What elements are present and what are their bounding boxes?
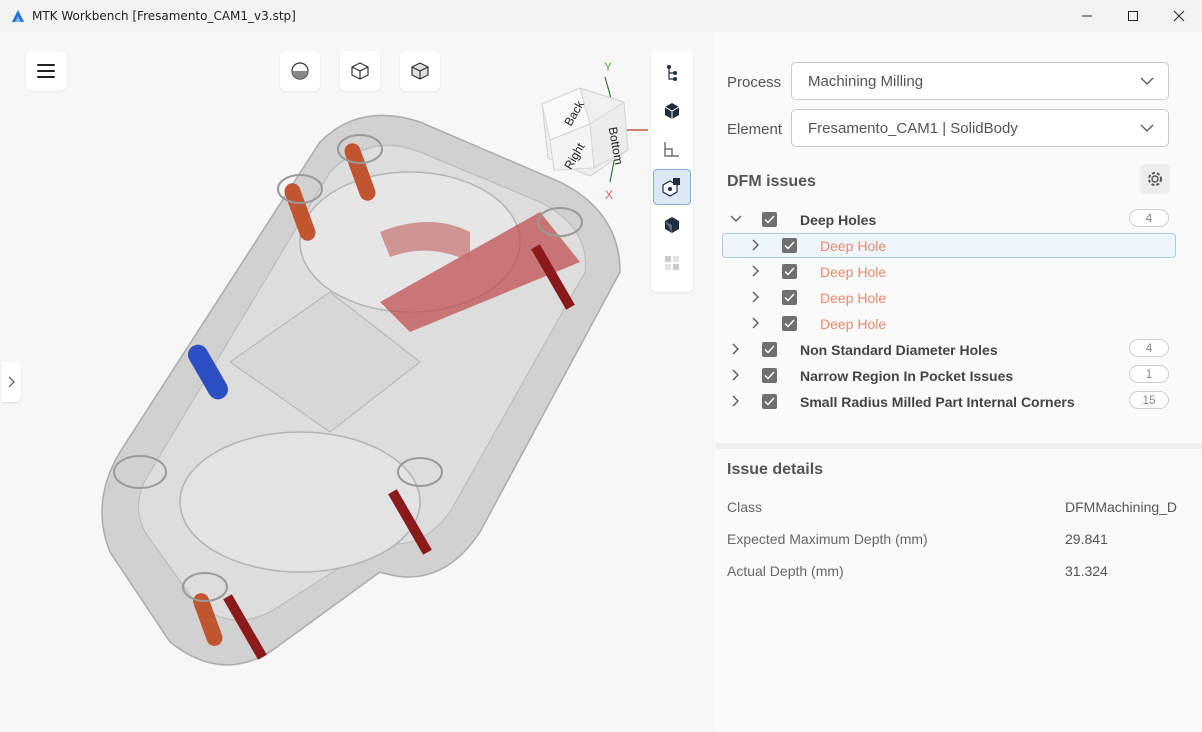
close-icon: [1173, 10, 1185, 22]
view-toolbar: [651, 51, 693, 292]
issue-item-label: Deep Hole: [820, 238, 887, 254]
tree-row-deep-hole-1[interactable]: Deep Hole: [722, 233, 1176, 258]
menu-button[interactable]: [26, 51, 66, 91]
issue-checkbox[interactable]: [782, 264, 797, 279]
app-logo-icon: [12, 10, 24, 22]
element-label: Element: [727, 121, 783, 138]
dfm-issues-title: DFM issues: [727, 173, 816, 190]
grid-icon: [665, 256, 679, 270]
minimize-icon: [1082, 15, 1092, 17]
model-tree-button[interactable]: [653, 55, 691, 91]
minimize-button[interactable]: [1064, 0, 1110, 32]
issue-count-badge: 4: [1129, 209, 1169, 227]
process-value: Machining Milling: [808, 72, 924, 90]
issue-checkbox[interactable]: [762, 212, 777, 227]
tree-row-non-standard-diameter[interactable]: Non Standard Diameter Holes 4: [722, 337, 1176, 362]
detail-value-actual-depth: 31.324: [1065, 563, 1108, 579]
issue-checkbox[interactable]: [782, 316, 797, 331]
shading-mode-button[interactable]: [280, 51, 320, 91]
close-button[interactable]: [1156, 0, 1202, 32]
issue-group-label: Non Standard Diameter Holes: [800, 342, 998, 358]
y-axis-label: Y: [604, 60, 613, 74]
maximize-icon: [1128, 11, 1138, 21]
solid-cube-icon: [411, 62, 429, 80]
issue-count-badge: 1: [1129, 365, 1169, 383]
x-axis-label: X: [605, 188, 614, 202]
gear-icon: [1148, 172, 1162, 186]
issue-item-label: Deep Hole: [820, 264, 887, 280]
chevron-down-icon: [1140, 124, 1154, 132]
issue-details-title: Issue details: [727, 461, 824, 478]
issue-checkbox[interactable]: [762, 342, 777, 357]
expand-chevron-icon[interactable]: [728, 367, 744, 383]
tree-row-deep-hole-4[interactable]: Deep Hole: [722, 311, 1176, 336]
issue-group-label: Narrow Region In Pocket Issues: [800, 368, 1014, 384]
chevron-right-icon: [8, 376, 15, 388]
detail-value-expected-depth: 29.841: [1065, 531, 1108, 547]
chevron-down-icon: [1140, 77, 1154, 85]
issue-checkbox[interactable]: [762, 368, 777, 383]
tree-row-deep-hole-2[interactable]: Deep Hole: [722, 259, 1176, 284]
box-icon: [665, 217, 679, 233]
issue-checkbox[interactable]: [762, 394, 777, 409]
dfm-settings-button[interactable]: [1140, 164, 1170, 194]
expand-chevron-icon[interactable]: [748, 289, 764, 305]
element-value: Fresamento_CAM1 | SolidBody: [808, 119, 1018, 137]
3d-viewport[interactable]: Back Bottom Right Y X: [0, 32, 715, 732]
issue-details-section: Issue details Class DFMMachining_D Expec…: [716, 449, 1202, 732]
tree-icon: [667, 65, 677, 81]
issue-checkbox[interactable]: [782, 290, 797, 305]
expand-chevron-icon[interactable]: [728, 341, 744, 357]
hamburger-icon: [37, 64, 55, 66]
drawing-view-button[interactable]: [653, 131, 691, 167]
window-title: MTK Workbench [Fresamento_CAM1_v3.stp]: [32, 9, 296, 23]
element-select[interactable]: Fresamento_CAM1 | SolidBody: [791, 109, 1169, 147]
tree-row-deep-holes[interactable]: Deep Holes 4: [722, 207, 1176, 232]
detail-value-class: DFMMachining_D: [1065, 499, 1178, 515]
collapse-chevron-icon[interactable]: [728, 211, 744, 227]
expand-chevron-icon[interactable]: [728, 393, 744, 409]
3d-box-button[interactable]: [653, 207, 691, 243]
expand-sidebar-handle[interactable]: [1, 362, 21, 402]
cube-icon: [664, 103, 680, 119]
solid-view-button[interactable]: [400, 51, 440, 91]
expand-chevron-icon[interactable]: [748, 237, 764, 253]
maximize-button[interactable]: [1110, 0, 1156, 32]
issue-group-label: Deep Holes: [800, 212, 877, 228]
explode-icon: [662, 178, 680, 197]
tree-row-deep-hole-3[interactable]: Deep Hole: [722, 285, 1176, 310]
solid-body-button[interactable]: [653, 93, 691, 129]
process-label: Process: [727, 74, 782, 91]
dfm-analysis-button[interactable]: [653, 169, 691, 205]
view-cube[interactable]: Back Bottom Right: [528, 84, 648, 184]
issue-item-label: Deep Hole: [820, 316, 887, 332]
dfm-issues-section: Process Machining Milling Element Fresam…: [716, 50, 1202, 443]
expand-chevron-icon[interactable]: [748, 315, 764, 331]
detail-label-expected-depth: Expected Maximum Depth (mm): [727, 531, 928, 547]
issue-item-label: Deep Hole: [820, 290, 887, 306]
issue-count-badge: 4: [1129, 339, 1169, 357]
title-bar: MTK Workbench [Fresamento_CAM1_v3.stp]: [0, 0, 1202, 32]
grid-view-button[interactable]: [653, 245, 691, 281]
detail-label-actual-depth: Actual Depth (mm): [727, 563, 844, 579]
wireframe-cube-icon: [351, 62, 369, 80]
layout-icon: [664, 142, 679, 157]
dfm-panel: Process Machining Milling Element Fresam…: [716, 50, 1202, 732]
tree-row-narrow-region[interactable]: Narrow Region In Pocket Issues 1: [722, 363, 1176, 388]
expand-chevron-icon[interactable]: [748, 263, 764, 279]
issue-checkbox[interactable]: [782, 238, 797, 253]
process-select[interactable]: Machining Milling: [791, 62, 1169, 100]
shading-icon: [291, 62, 309, 80]
issue-count-badge: 15: [1129, 391, 1169, 409]
wireframe-view-button[interactable]: [340, 51, 380, 91]
app-window: MTK Workbench [Fresamento_CAM1_v3.stp] B…: [0, 0, 1202, 732]
tree-row-small-radius[interactable]: Small Radius Milled Part Internal Corner…: [722, 389, 1176, 414]
detail-label-class: Class: [727, 499, 763, 515]
issue-group-label: Small Radius Milled Part Internal Corner…: [800, 394, 1075, 410]
